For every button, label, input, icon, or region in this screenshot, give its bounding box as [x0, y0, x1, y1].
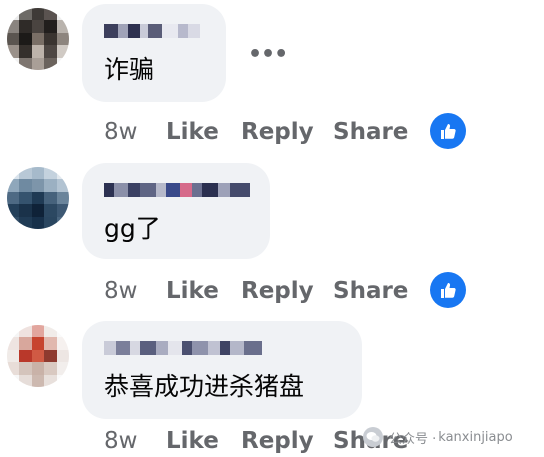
like-button[interactable]: Like — [166, 117, 219, 147]
author-name-redacted[interactable] — [104, 183, 250, 197]
thumbs-up-icon — [441, 124, 456, 139]
comment-time[interactable]: 8w — [104, 117, 137, 147]
comment-1: 诈骗 ••• 8w Like Reply Share — [0, 0, 544, 150]
watermark-account: kanxinjiapo — [438, 429, 513, 445]
share-button[interactable]: Share — [333, 117, 408, 147]
avatar[interactable] — [7, 8, 69, 70]
comment-actions: 8w Like Reply Share — [104, 117, 474, 147]
reply-button[interactable]: Reply — [241, 276, 314, 306]
like-reaction-icon[interactable] — [430, 272, 466, 308]
thumbs-up-icon — [441, 283, 456, 298]
comment-text: gg了 — [104, 214, 161, 243]
watermark: 公众号 · kanxinjiapo — [363, 426, 513, 448]
reply-button[interactable]: Reply — [241, 117, 314, 147]
like-button[interactable]: Like — [166, 276, 219, 306]
reply-button[interactable]: Reply — [241, 426, 314, 456]
comment-bubble: 诈骗 — [82, 4, 226, 102]
wechat-icon — [363, 427, 383, 447]
share-button[interactable]: Share — [333, 276, 408, 306]
comment-time[interactable]: 8w — [104, 426, 137, 456]
more-options-icon[interactable]: ••• — [248, 42, 288, 67]
avatar[interactable] — [7, 325, 69, 387]
watermark-prefix: 公众号 · — [389, 431, 437, 447]
comment-text: 恭喜成功进杀猪盘 — [104, 372, 305, 401]
comment-time[interactable]: 8w — [104, 276, 137, 306]
comment-bubble: gg了 — [82, 163, 270, 259]
like-reaction-icon[interactable] — [430, 113, 466, 149]
avatar[interactable] — [7, 167, 69, 229]
like-button[interactable]: Like — [166, 426, 219, 456]
comment-text: 诈骗 — [104, 55, 155, 84]
comment-bubble: 恭喜成功进杀猪盘 — [82, 321, 362, 419]
comment-2: gg了 8w Like Reply Share — [0, 150, 544, 310]
comment-actions: 8w Like Reply Share — [104, 276, 474, 306]
author-name-redacted[interactable] — [104, 24, 200, 38]
author-name-redacted[interactable] — [104, 341, 262, 355]
